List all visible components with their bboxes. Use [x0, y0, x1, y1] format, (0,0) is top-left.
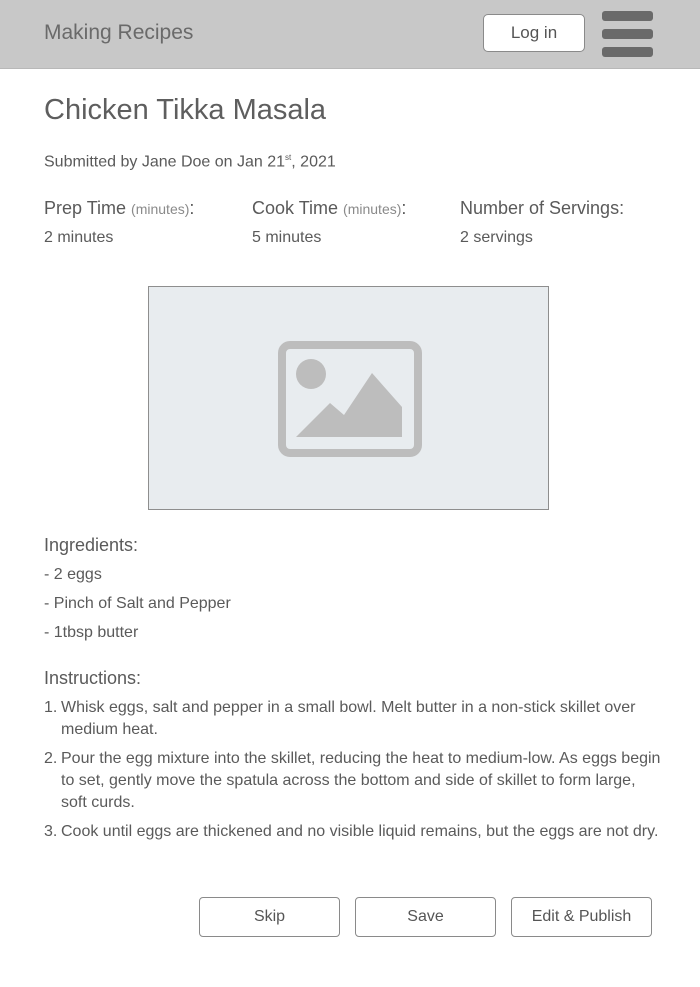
prep-time-value: 2 minutes [44, 229, 114, 246]
servings-label: Number of Servings: [460, 198, 625, 218]
instruction-step: 1. Whisk eggs, salt and pepper in a small… [44, 697, 664, 741]
step-text: Cook until eggs are thickened and no vis… [61, 823, 659, 840]
image-placeholder-icon [278, 341, 422, 457]
instructions-list: 1. Whisk eggs, salt and pepper in a small… [44, 697, 664, 850]
submitted-text: Submitted by Jane Doe on Jan 21 [44, 153, 286, 171]
recipe-image [148, 286, 549, 510]
cook-time-value: 5 minutes [252, 229, 322, 246]
hamburger-menu-icon[interactable] [602, 11, 654, 57]
ingredient-item: - 2 eggs [44, 566, 102, 583]
step-text: Pour the egg mixture into the skillet, r… [61, 750, 661, 811]
ingredient-item: - 1tbsp butter [44, 624, 139, 641]
cook-time-label: Cook Time (minutes): [252, 198, 407, 218]
step-number: 1. [44, 699, 58, 716]
instruction-step: 3. Cook until eggs are thickened and no v… [44, 821, 664, 843]
step-text: Whisk eggs, salt and pepper in a small b… [61, 699, 636, 738]
login-button[interactable]: Log in [483, 14, 585, 52]
instructions-heading: Instructions: [44, 668, 142, 688]
ingredient-item: - Pinch of Salt and Pepper [44, 595, 231, 612]
save-button[interactable]: Save [355, 897, 496, 937]
submitted-info: Submitted by Jane Doe on Jan 21st, 2021 [44, 153, 336, 171]
step-number: 2. [44, 750, 58, 767]
step-number: 3. [44, 823, 58, 840]
cook-time-unit: (minutes) [343, 201, 402, 217]
ingredients-heading: Ingredients: [44, 535, 139, 555]
prep-time-label: Prep Time (minutes): [44, 198, 195, 218]
submitted-year: , 2021 [291, 153, 336, 171]
edit-publish-button[interactable]: Edit & Publish [511, 897, 652, 937]
instruction-step: 2. Pour the egg mixture into the skillet,… [44, 748, 664, 814]
recipe-title: Chicken Tikka Masala [44, 94, 327, 126]
app-header: Making Recipes Log in [0, 0, 700, 69]
skip-button[interactable]: Skip [199, 897, 340, 937]
servings-value: 2 servings [460, 229, 533, 246]
prep-time-unit: (minutes) [131, 201, 190, 217]
brand-name[interactable]: Making Recipes [44, 21, 193, 45]
